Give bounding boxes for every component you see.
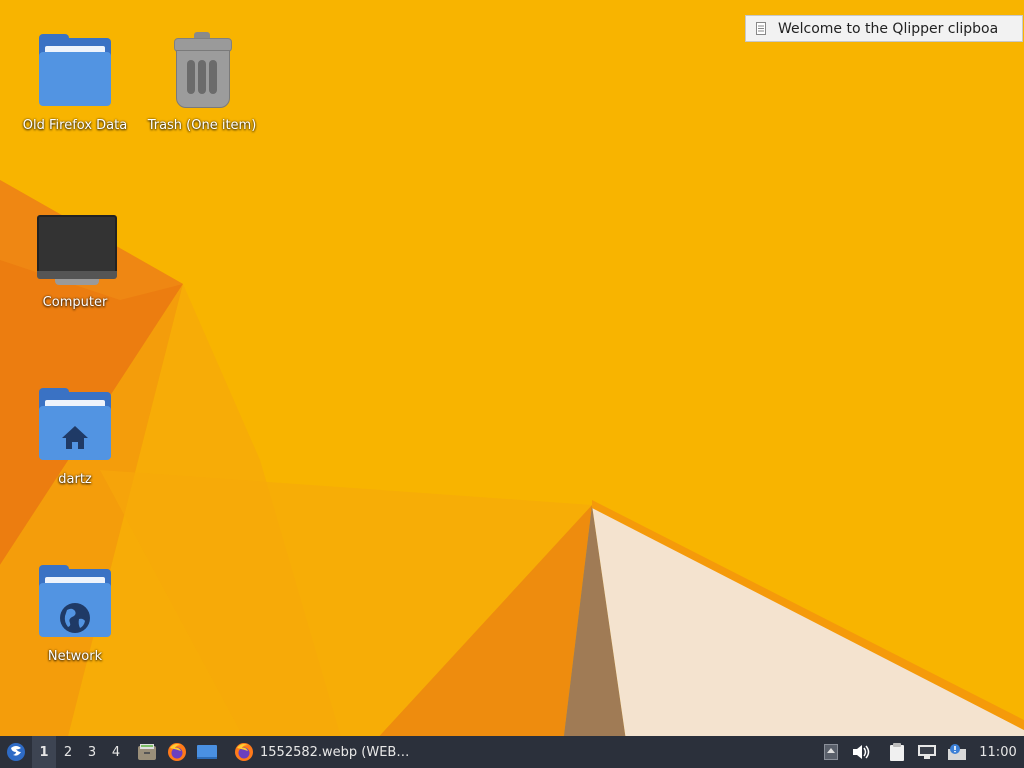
desktop-switch-4[interactable]: 4 <box>104 736 128 768</box>
quicklaunch-firefox[interactable] <box>162 736 192 768</box>
computer-icon <box>33 209 117 293</box>
update-notifier-icon <box>948 744 966 760</box>
notification-text: Welcome to the Qlipper clipboa <box>778 20 999 37</box>
desktop-switch-2[interactable]: 2 <box>56 736 80 768</box>
quicklaunch-file-manager[interactable] <box>132 736 162 768</box>
lxqt-start-icon <box>7 743 25 761</box>
network-monitor-button[interactable] <box>912 736 942 768</box>
task-button-firefox[interactable]: 1552582.webp (WEB… <box>228 736 415 768</box>
firefox-icon <box>235 743 253 761</box>
desktop-icon-label: dartz <box>58 472 92 487</box>
document-icon <box>756 22 766 35</box>
quicklaunch-show-desktop[interactable] <box>192 736 222 768</box>
taskbar: 1 2 3 4 1552582.webp (WEB… 11:00 <box>0 736 1024 768</box>
tray-expand-button[interactable] <box>816 736 846 768</box>
desktop-icon-computer[interactable]: Computer <box>15 209 135 310</box>
folder-icon <box>33 32 117 116</box>
clock[interactable]: 11:00 <box>972 736 1024 768</box>
desktop-switch-3[interactable]: 3 <box>80 736 104 768</box>
volume-button[interactable] <box>846 736 876 768</box>
show-desktop-icon <box>197 745 217 759</box>
tray-expand-icon <box>824 744 838 760</box>
network-folder-icon <box>33 563 117 647</box>
desktop-icon-label: Trash (One item) <box>147 118 257 133</box>
file-manager-icon <box>138 744 156 760</box>
trash-icon <box>160 32 244 116</box>
clipboard-icon <box>890 743 904 761</box>
desktop-icon-label: Network <box>47 649 103 664</box>
update-notifier-button[interactable] <box>942 736 972 768</box>
volume-icon <box>853 745 870 759</box>
task-title: 1552582.webp (WEB… <box>260 744 410 760</box>
firefox-icon <box>168 743 186 761</box>
desktop-icon-label: Old Firefox Data <box>22 118 128 133</box>
desktop-icon-trash[interactable]: Trash (One item) <box>142 32 262 133</box>
desktop-icon-network[interactable]: Network <box>15 563 135 664</box>
desktop-icon-dartz[interactable]: dartz <box>15 386 135 487</box>
home-folder-icon <box>33 386 117 470</box>
desktop-icon-old-firefox-data[interactable]: Old Firefox Data <box>15 32 135 133</box>
network-monitor-icon <box>918 745 936 759</box>
globe-icon <box>60 603 90 633</box>
desktop-icon-label: Computer <box>42 295 108 310</box>
qlipper-notification[interactable]: Welcome to the Qlipper clipboa <box>745 15 1023 42</box>
clipboard-button[interactable] <box>882 736 912 768</box>
start-menu-button[interactable] <box>0 736 32 768</box>
home-icon <box>62 426 88 449</box>
desktop-switch-1[interactable]: 1 <box>32 736 56 768</box>
